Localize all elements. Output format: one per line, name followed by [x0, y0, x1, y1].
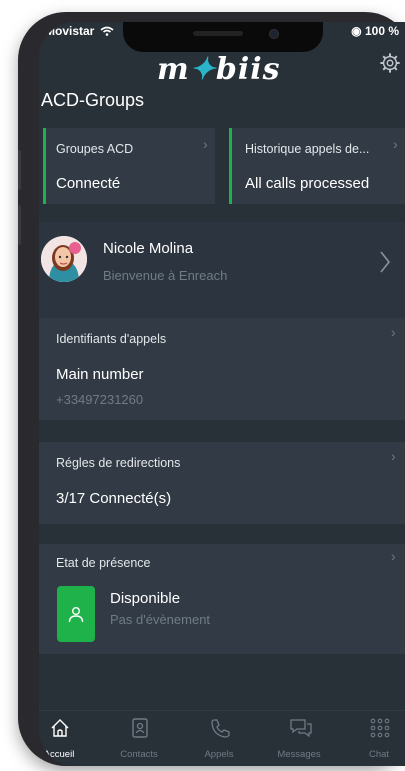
tab-chat[interactable]: Chat [343, 711, 405, 766]
presence-status: Disponible [110, 590, 181, 607]
avatar-image [41, 236, 87, 282]
card-title: Régles de redirections [56, 456, 181, 470]
tab-accueil[interactable]: Accueil [39, 711, 95, 766]
forwarding-rules-card[interactable]: Régles de redirections › 3/17 Connecté(s… [39, 442, 405, 524]
avatar [41, 236, 87, 282]
carrier-label: Movistar [45, 24, 95, 38]
status-accent-bar [229, 128, 232, 204]
camera-dot [269, 29, 279, 39]
caller-id-number: +33497231260 [56, 392, 144, 407]
profile-subtitle: Bienvenue à Enreach [103, 268, 228, 283]
wifi-icon [100, 26, 114, 36]
chevron-right-icon: › [393, 136, 398, 152]
battery-status: ◉ 100 % [351, 24, 399, 38]
phone-side-button [18, 150, 21, 190]
grid-icon [370, 718, 390, 738]
caller-ids-card[interactable]: Identifiants d'appels › Main number +334… [39, 318, 405, 420]
carrier-status: Movistar [45, 24, 114, 38]
card-title: Groupes ACD [56, 142, 134, 156]
tab-label: Messages [277, 749, 321, 760]
tab-label: Contacts [120, 749, 158, 760]
gear-icon[interactable] [379, 52, 401, 74]
tab-label: Accueil [43, 749, 75, 760]
chevron-right-icon [380, 251, 391, 273]
chevron-right-icon: › [391, 548, 396, 564]
chevron-right-icon: › [391, 324, 396, 340]
chevron-right-icon: › [203, 136, 208, 152]
tab-appels[interactable]: Appels [183, 711, 255, 766]
chevron-right-icon: › [391, 448, 396, 464]
home-icon [51, 719, 69, 737]
person-icon [68, 607, 84, 623]
presence-detail: Pas d'évènement [110, 612, 211, 627]
tab-contacts[interactable]: Contacts [103, 711, 175, 766]
tab-label: Appels [204, 749, 234, 760]
tab-messages[interactable]: Messages [263, 711, 335, 766]
speaker-grille [193, 31, 243, 36]
app-screen: Movistar ◉ 100 % m✦biis ACD-Groups Group… [39, 22, 405, 766]
card-title: Historique appels de... [245, 142, 370, 156]
battery-label: 100 % [364, 24, 399, 38]
tab-label: Chat [368, 749, 390, 760]
presence-status-icon [57, 586, 95, 642]
card-value: All calls processed [245, 175, 370, 192]
card-value: Connecté [56, 175, 121, 192]
messages-icon [290, 719, 312, 738]
call-history-card[interactable]: Historique appels de... › All calls proc… [229, 128, 405, 204]
forwarding-value: 3/17 Connecté(s) [56, 490, 172, 507]
profile-name: Nicole Molina [103, 240, 194, 257]
card-title: Etat de présence [56, 556, 151, 570]
mobiis-logo: m✦biis [157, 52, 281, 87]
alarm-icon: ◉ [351, 24, 362, 38]
phone-notch [123, 22, 323, 52]
bottom-tab-bar: Accueil Contacts Appels Messages Chat [39, 710, 405, 766]
page-title: ACD-Groups [41, 90, 145, 110]
card-title: Identifiants d'appels [56, 332, 167, 346]
phone-icon [211, 719, 230, 738]
status-accent-bar [43, 128, 46, 204]
acd-groups-card[interactable]: Groupes ACD › Connecté [43, 128, 215, 204]
phone-side-button [18, 205, 21, 245]
caller-id-value: Main number [56, 366, 144, 383]
logo-diamond-icon: ✦ [189, 52, 216, 87]
contacts-icon [132, 718, 148, 738]
